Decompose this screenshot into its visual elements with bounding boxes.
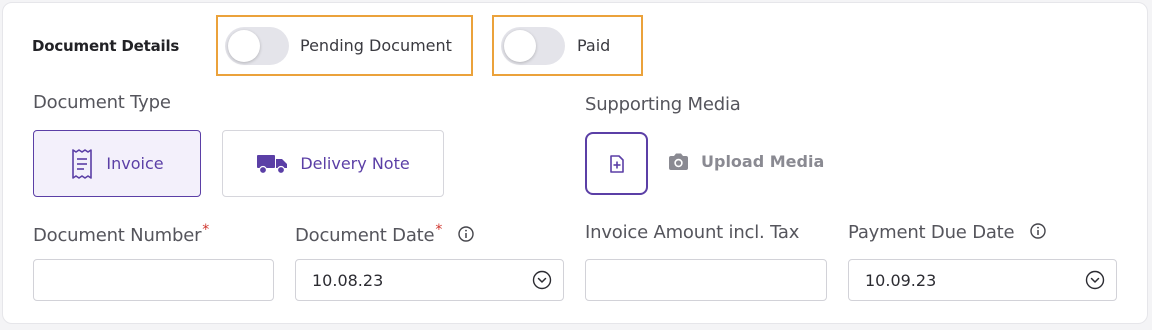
paid-switch[interactable] bbox=[501, 26, 565, 65]
section-title: Document Details bbox=[32, 37, 180, 55]
upload-media-label: Upload Media bbox=[701, 152, 825, 171]
required-marker: * bbox=[435, 222, 443, 238]
chevron-down-icon bbox=[1085, 270, 1105, 290]
paid-toggle-group: Paid bbox=[492, 15, 643, 76]
invoice-label: Invoice bbox=[106, 154, 164, 173]
add-media-button[interactable] bbox=[585, 132, 648, 195]
document-number-label-text: Document Number bbox=[33, 225, 202, 246]
document-date-label: Document Date* bbox=[295, 222, 474, 246]
upload-media-button[interactable]: Upload Media bbox=[668, 152, 824, 171]
pending-document-toggle-group: Pending Document bbox=[216, 15, 473, 76]
switch-knob bbox=[504, 29, 536, 62]
camera-icon bbox=[669, 153, 688, 170]
invoice-amount-input[interactable] bbox=[585, 259, 827, 301]
document-type-label: Document Type bbox=[33, 92, 171, 113]
document-number-label: Document Number* bbox=[33, 222, 209, 246]
document-date-label-text: Document Date bbox=[295, 225, 435, 246]
chevron-down-icon bbox=[532, 270, 552, 290]
document-number-input[interactable] bbox=[33, 259, 274, 301]
pending-document-label: Pending Document bbox=[300, 36, 452, 55]
delivery-note-label: Delivery Note bbox=[300, 154, 410, 173]
payment-due-date-label-text: Payment Due Date bbox=[848, 222, 1015, 243]
invoice-amount-label: Invoice Amount incl. Tax bbox=[585, 222, 800, 243]
invoice-button[interactable]: Invoice bbox=[33, 130, 201, 197]
document-date-value: 10.08.23 bbox=[312, 270, 384, 290]
truck-icon bbox=[257, 154, 288, 174]
supporting-media-label: Supporting Media bbox=[585, 94, 741, 115]
info-icon[interactable] bbox=[1030, 223, 1046, 239]
switch-knob bbox=[228, 29, 260, 62]
required-marker: * bbox=[202, 222, 210, 238]
payment-due-date-value: 10.09.23 bbox=[865, 270, 937, 290]
receipt-icon bbox=[72, 148, 93, 179]
payment-due-date-select[interactable]: 10.09.23 bbox=[848, 259, 1117, 301]
document-date-select[interactable]: 10.08.23 bbox=[295, 259, 564, 301]
info-icon[interactable] bbox=[458, 226, 474, 242]
pending-document-switch[interactable] bbox=[225, 26, 289, 65]
file-plus-icon bbox=[609, 154, 624, 173]
paid-label: Paid bbox=[577, 36, 611, 55]
payment-due-date-label: Payment Due Date bbox=[848, 222, 1046, 243]
delivery-note-button[interactable]: Delivery Note bbox=[222, 130, 444, 197]
